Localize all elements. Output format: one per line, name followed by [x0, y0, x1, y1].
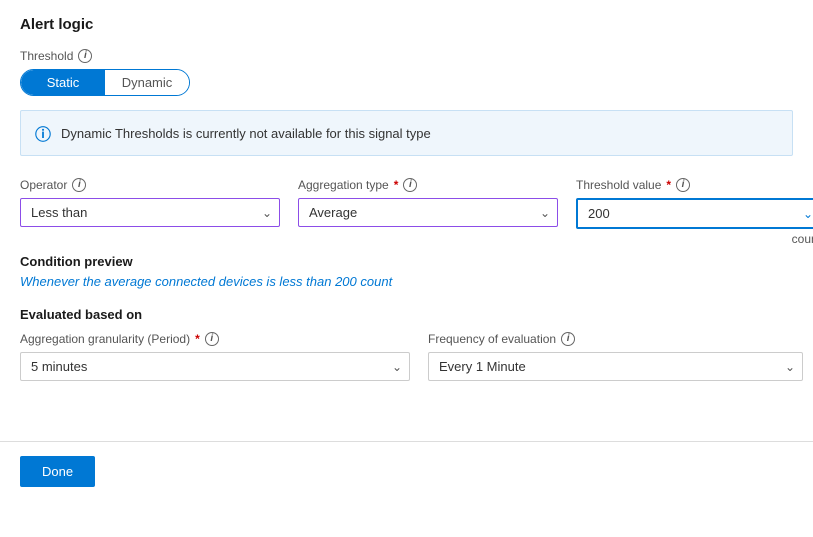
aggregation-group: Aggregation type * i Average Count Maxim… — [298, 178, 558, 246]
threshold-toggle[interactable]: Static Dynamic — [20, 69, 190, 96]
threshold-input-wrapper: ⌄ — [576, 198, 813, 229]
aggregation-required: * — [394, 178, 399, 192]
aggregation-select[interactable]: Average Count Maximum Minimum Total — [298, 198, 558, 227]
page-title: Alert logic — [20, 16, 793, 33]
granularity-required: * — [195, 332, 200, 346]
threshold-info-icon[interactable]: i — [78, 49, 92, 63]
info-banner-icon: ⓘ — [35, 121, 51, 145]
evaluated-section: Evaluated based on Aggregation granulari… — [20, 307, 793, 381]
main-form-row: Operator i Less than Greater than Less t… — [20, 178, 793, 246]
threshold-value-group: Threshold value * i ⌄ count — [576, 178, 813, 246]
condition-preview-section: Condition preview Whenever the average c… — [20, 254, 793, 289]
granularity-label: Aggregation granularity (Period) * i — [20, 332, 410, 346]
frequency-group: Frequency of evaluation i Every 1 Minute… — [428, 332, 803, 381]
aggregation-info-icon[interactable]: i — [403, 178, 417, 192]
threshold-value-required: * — [666, 178, 671, 192]
granularity-select[interactable]: 1 minute 5 minutes 15 minutes 30 minutes… — [20, 352, 410, 381]
frequency-select-wrapper: Every 1 Minute Every 5 Minutes Every 15 … — [428, 352, 803, 381]
operator-group: Operator i Less than Greater than Less t… — [20, 178, 280, 246]
info-banner: ⓘ Dynamic Thresholds is currently not av… — [20, 110, 793, 156]
condition-preview-text: Whenever the average connected devices i… — [20, 274, 793, 289]
aggregation-label: Aggregation type * i — [298, 178, 558, 192]
operator-info-icon[interactable]: i — [72, 178, 86, 192]
threshold-label: Threshold i — [20, 49, 793, 63]
aggregation-select-wrapper: Average Count Maximum Minimum Total ⌄ — [298, 198, 558, 227]
info-banner-text: Dynamic Thresholds is currently not avai… — [61, 126, 431, 141]
dynamic-toggle-btn[interactable]: Dynamic — [105, 70, 189, 95]
bottom-bar: Done — [0, 441, 813, 501]
static-toggle-btn[interactable]: Static — [21, 70, 105, 95]
operator-select-wrapper: Less than Greater than Less than or equa… — [20, 198, 280, 227]
granularity-select-wrapper: 1 minute 5 minutes 15 minutes 30 minutes… — [20, 352, 410, 381]
threshold-unit-label: count — [576, 232, 813, 246]
frequency-info-icon[interactable]: i — [561, 332, 575, 346]
frequency-label: Frequency of evaluation i — [428, 332, 803, 346]
granularity-group: Aggregation granularity (Period) * i 1 m… — [20, 332, 410, 381]
threshold-value-label: Threshold value * i — [576, 178, 813, 192]
evaluated-title: Evaluated based on — [20, 307, 793, 322]
condition-preview-title: Condition preview — [20, 254, 793, 269]
eval-row: Aggregation granularity (Period) * i 1 m… — [20, 332, 793, 381]
threshold-value-info-icon[interactable]: i — [676, 178, 690, 192]
done-button[interactable]: Done — [20, 456, 95, 487]
operator-select[interactable]: Less than Greater than Less than or equa… — [20, 198, 280, 227]
frequency-select[interactable]: Every 1 Minute Every 5 Minutes Every 15 … — [428, 352, 803, 381]
operator-label: Operator i — [20, 178, 280, 192]
granularity-info-icon[interactable]: i — [205, 332, 219, 346]
threshold-value-input[interactable] — [576, 198, 813, 229]
